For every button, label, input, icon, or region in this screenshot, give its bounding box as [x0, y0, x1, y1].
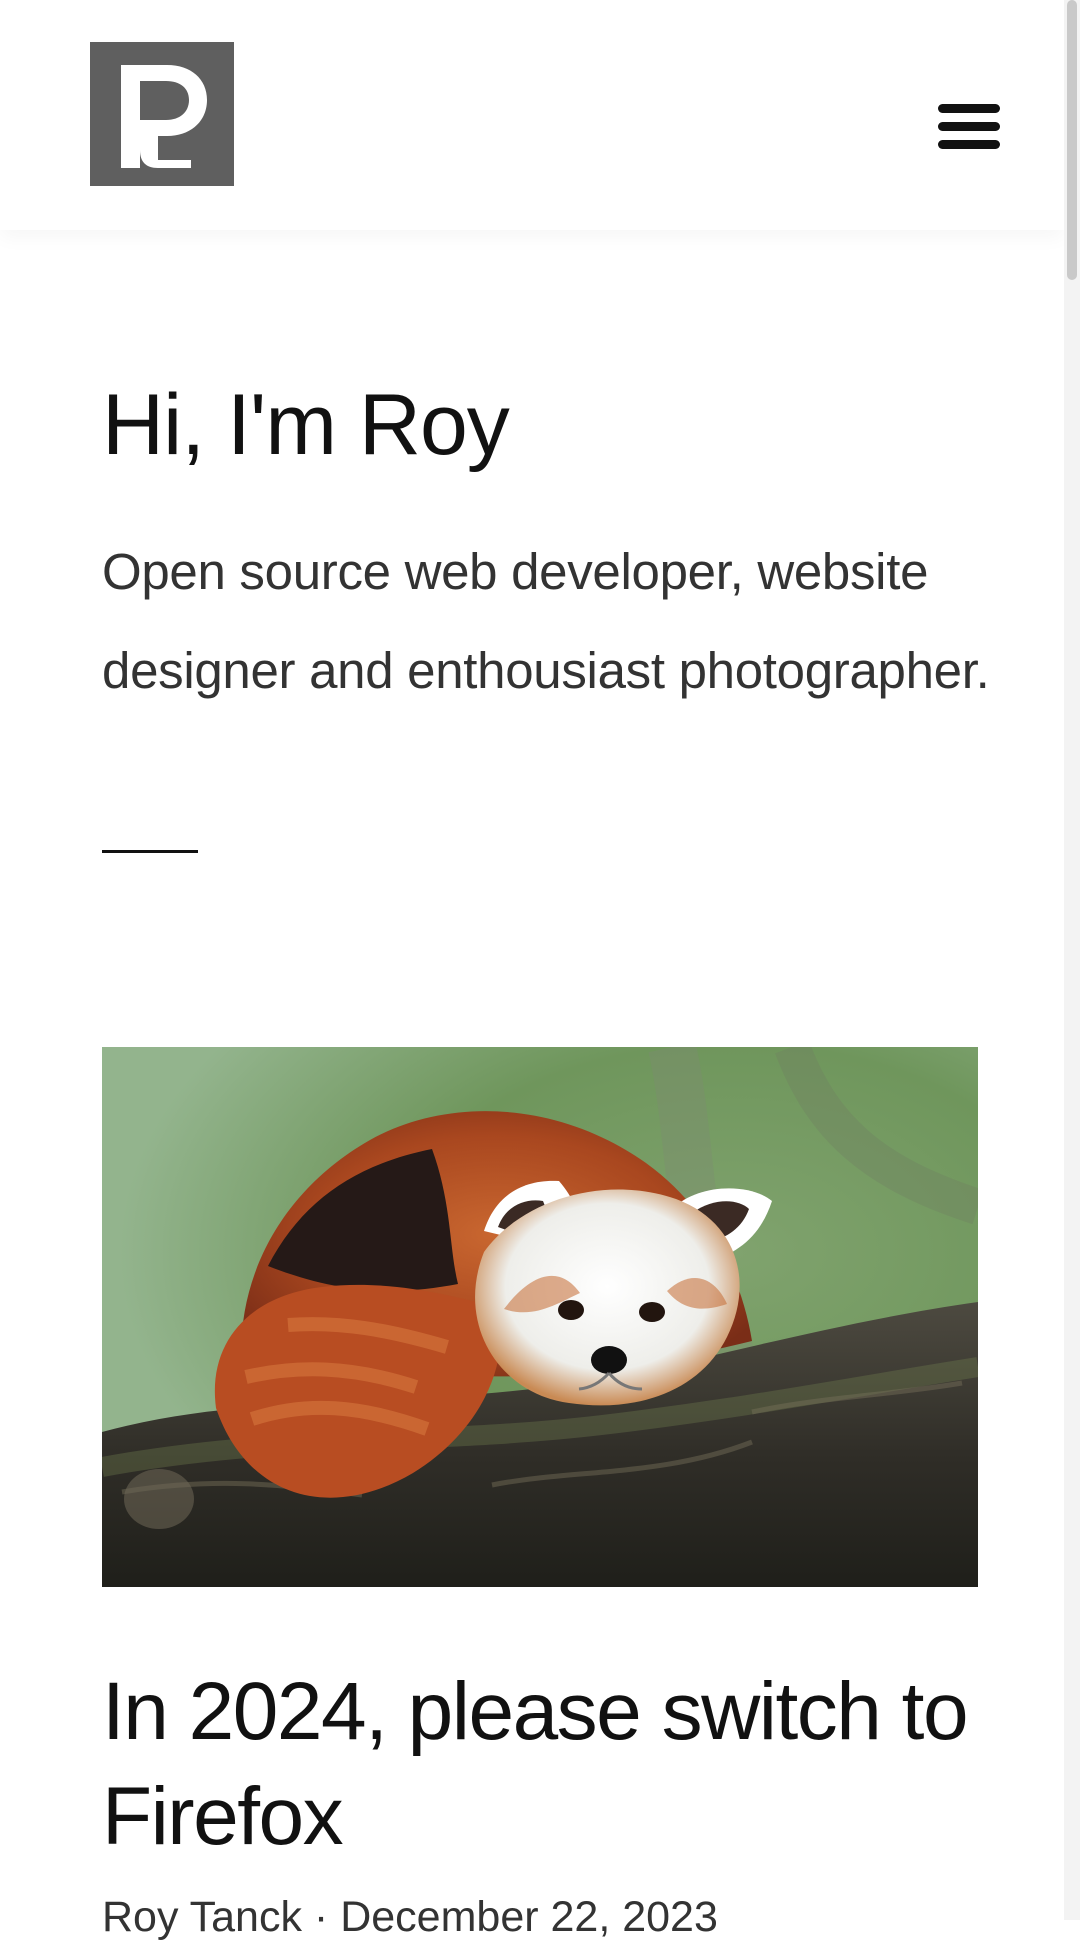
intro-heading: Hi, I'm Roy	[102, 377, 510, 473]
hamburger-menu-icon	[938, 140, 1000, 149]
intro-description: Open source web developer, website desig…	[102, 543, 990, 699]
site-logo[interactable]	[90, 42, 234, 186]
post-meta: Roy Tanck · December 22, 2023	[102, 1896, 718, 1939]
section-divider	[102, 850, 198, 853]
hamburger-menu-icon	[938, 122, 1000, 131]
featured-post-title[interactable]: In 2024, please switch to Firefox	[102, 1660, 1002, 1870]
red-panda-image	[102, 1047, 978, 1587]
vertical-scrollbar[interactable]	[1064, 0, 1080, 1920]
meta-separator: ·	[313, 1893, 329, 1941]
menu-button[interactable]	[934, 103, 1006, 155]
hamburger-menu-icon	[938, 104, 1000, 113]
featured-post-image[interactable]	[102, 1047, 978, 1587]
post-date: December 22, 2023	[340, 1893, 718, 1941]
site-header	[0, 0, 1064, 230]
scrollbar-thumb[interactable]	[1067, 0, 1077, 280]
post-author[interactable]: Roy Tanck	[102, 1893, 302, 1941]
rt-monogram-logo-icon	[90, 42, 234, 186]
